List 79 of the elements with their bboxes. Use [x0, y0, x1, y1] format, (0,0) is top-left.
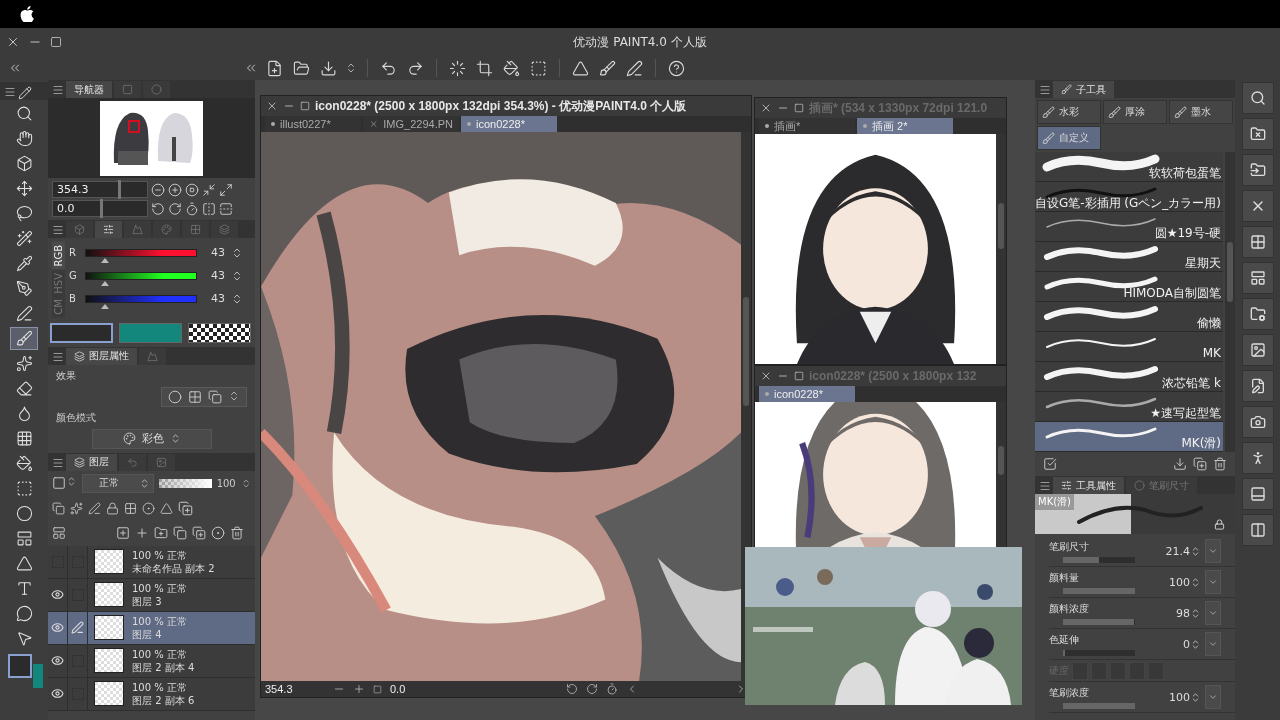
document-tab[interactable]: 插画 2*: [857, 118, 953, 134]
setting-label: 笔刷浓度: [1049, 685, 1090, 700]
layer-info: 100 % 正常: [132, 581, 187, 595]
setting-label: 色延伸: [1049, 632, 1080, 647]
preview-label: MK(滑): [1035, 494, 1074, 510]
section-label: 颜色模式: [56, 410, 97, 425]
layer-info: 100 % 正常: [132, 614, 187, 628]
layer-tab[interactable]: 图层: [66, 453, 117, 471]
document-title: icon0228* (2500 x 1800px 132dpi 354.3%) - 优动漫PAINT4.0 个人版: [315, 97, 687, 115]
tool-group-button[interactable]: 墨水: [1169, 100, 1233, 124]
document-tab[interactable]: icon0228*: [461, 116, 557, 132]
layer-row[interactable]: 100 % 正常 图层 3: [48, 578, 255, 612]
setting-label: 笔刷尺寸: [1049, 539, 1090, 554]
brush-name: MK(滑): [1181, 436, 1221, 450]
zoom-slider[interactable]: 354.3: [52, 181, 148, 198]
layer-info: 100 % 正常: [132, 647, 188, 661]
setting-value: 100: [1168, 575, 1190, 589]
brush-name: MK: [1202, 346, 1221, 360]
brush-item[interactable]: 圆★19号-硬: [1035, 212, 1223, 242]
brush-name: 软软荷包蛋笔: [1149, 166, 1221, 180]
channel-value: 43: [210, 269, 225, 282]
brush-item[interactable]: 自设G笔-彩插用 (Gペン_カラー用): [1035, 182, 1223, 212]
brush-name: 偷懒: [1197, 316, 1221, 330]
setting-value: 21.4: [1164, 544, 1190, 558]
layer-name: 图层 2 副本 4: [132, 660, 195, 674]
brush-item[interactable]: 偷懒: [1035, 302, 1223, 332]
zoom-value: 354.3: [265, 683, 294, 695]
layer-property-tab[interactable]: 图层属性: [66, 347, 137, 365]
brush-name: 圆★19号-硬: [1154, 226, 1221, 240]
tool-group-button[interactable]: 水彩: [1037, 100, 1101, 124]
setting-value: 100: [1168, 690, 1190, 704]
color-mode-select[interactable]: 彩色: [91, 428, 212, 449]
layer-row[interactable]: 100 % 正常 未命名作品 副本 2: [48, 545, 255, 579]
brush-item[interactable]: MK: [1035, 332, 1223, 362]
channel-value: 43: [210, 292, 225, 305]
brush-item[interactable]: HIMODA自制圆笔: [1035, 272, 1223, 302]
layer-info: 100 % 正常: [132, 680, 188, 694]
window-title: 优动漫 PAINT4.0 个人版: [573, 34, 707, 49]
brush-name: 自设G笔-彩插用 (Gペン_カラー用): [1034, 196, 1221, 210]
channel-value: 43: [210, 246, 225, 259]
color-mode-tab[interactable]: RGB: [52, 242, 65, 270]
brush-name: ★速写起型笔: [1150, 406, 1221, 420]
sub-tool-tab[interactable]: 子工具: [1053, 81, 1114, 98]
layer-name: 未命名作品 副本 2: [132, 561, 215, 575]
channel-label: G: [69, 270, 78, 281]
tool-group-button[interactable]: 厚涂: [1103, 100, 1167, 124]
setting-label: 颜料量: [1049, 570, 1080, 585]
tool-group-button[interactable]: 自定义: [1037, 126, 1101, 150]
layer-row[interactable]: 100 % 正常 图层 2 副本 6: [48, 677, 255, 711]
document-tab[interactable]: illust0227*: [265, 116, 361, 132]
brush-item[interactable]: 软软荷包蛋笔: [1035, 152, 1223, 182]
document-tab[interactable]: 插画*: [759, 118, 855, 134]
brush-item[interactable]: 浓芯铅笔 k: [1035, 362, 1223, 392]
layer-row[interactable]: 100 % 正常 图层 4: [48, 611, 255, 645]
opacity-value: 100: [216, 477, 236, 489]
navigator-tab[interactable]: 导航器: [66, 81, 112, 98]
brush-name: 星期天: [1185, 256, 1221, 270]
brush-item[interactable]: 星期天: [1035, 242, 1223, 272]
document-tab[interactable]: IMG_2294.PN: [363, 116, 459, 132]
panel-tab[interactable]: 工具属性: [1053, 477, 1124, 494]
layer-name: 图层 4: [132, 627, 163, 641]
layer-row[interactable]: 100 % 正常 图层 2 副本 4: [48, 644, 255, 678]
blend-mode-select[interactable]: 正常: [82, 473, 155, 493]
document-tab[interactable]: icon0228*: [759, 386, 855, 402]
setting-value: 98: [1175, 606, 1190, 620]
brush-name: 浓芯铅笔 k: [1162, 376, 1221, 390]
section-label: 效果: [56, 368, 77, 383]
brush-name: HIMODA自制圆笔: [1123, 286, 1221, 300]
angle-value: 0.0: [390, 683, 407, 695]
layer-info: 100 % 正常: [132, 548, 188, 562]
setting-label: 颜料浓度: [1049, 601, 1090, 616]
layer-name: 图层 3: [132, 594, 163, 608]
setting-value: 0: [1182, 637, 1190, 651]
rotate-slider[interactable]: 0.0: [52, 200, 148, 217]
brush-item[interactable]: ★速写起型笔: [1035, 392, 1223, 422]
channel-label: B: [69, 293, 77, 304]
brush-item[interactable]: MK(滑): [1035, 422, 1223, 452]
channel-label: R: [69, 247, 77, 258]
layer-name: 图层 2 副本 6: [132, 693, 195, 707]
